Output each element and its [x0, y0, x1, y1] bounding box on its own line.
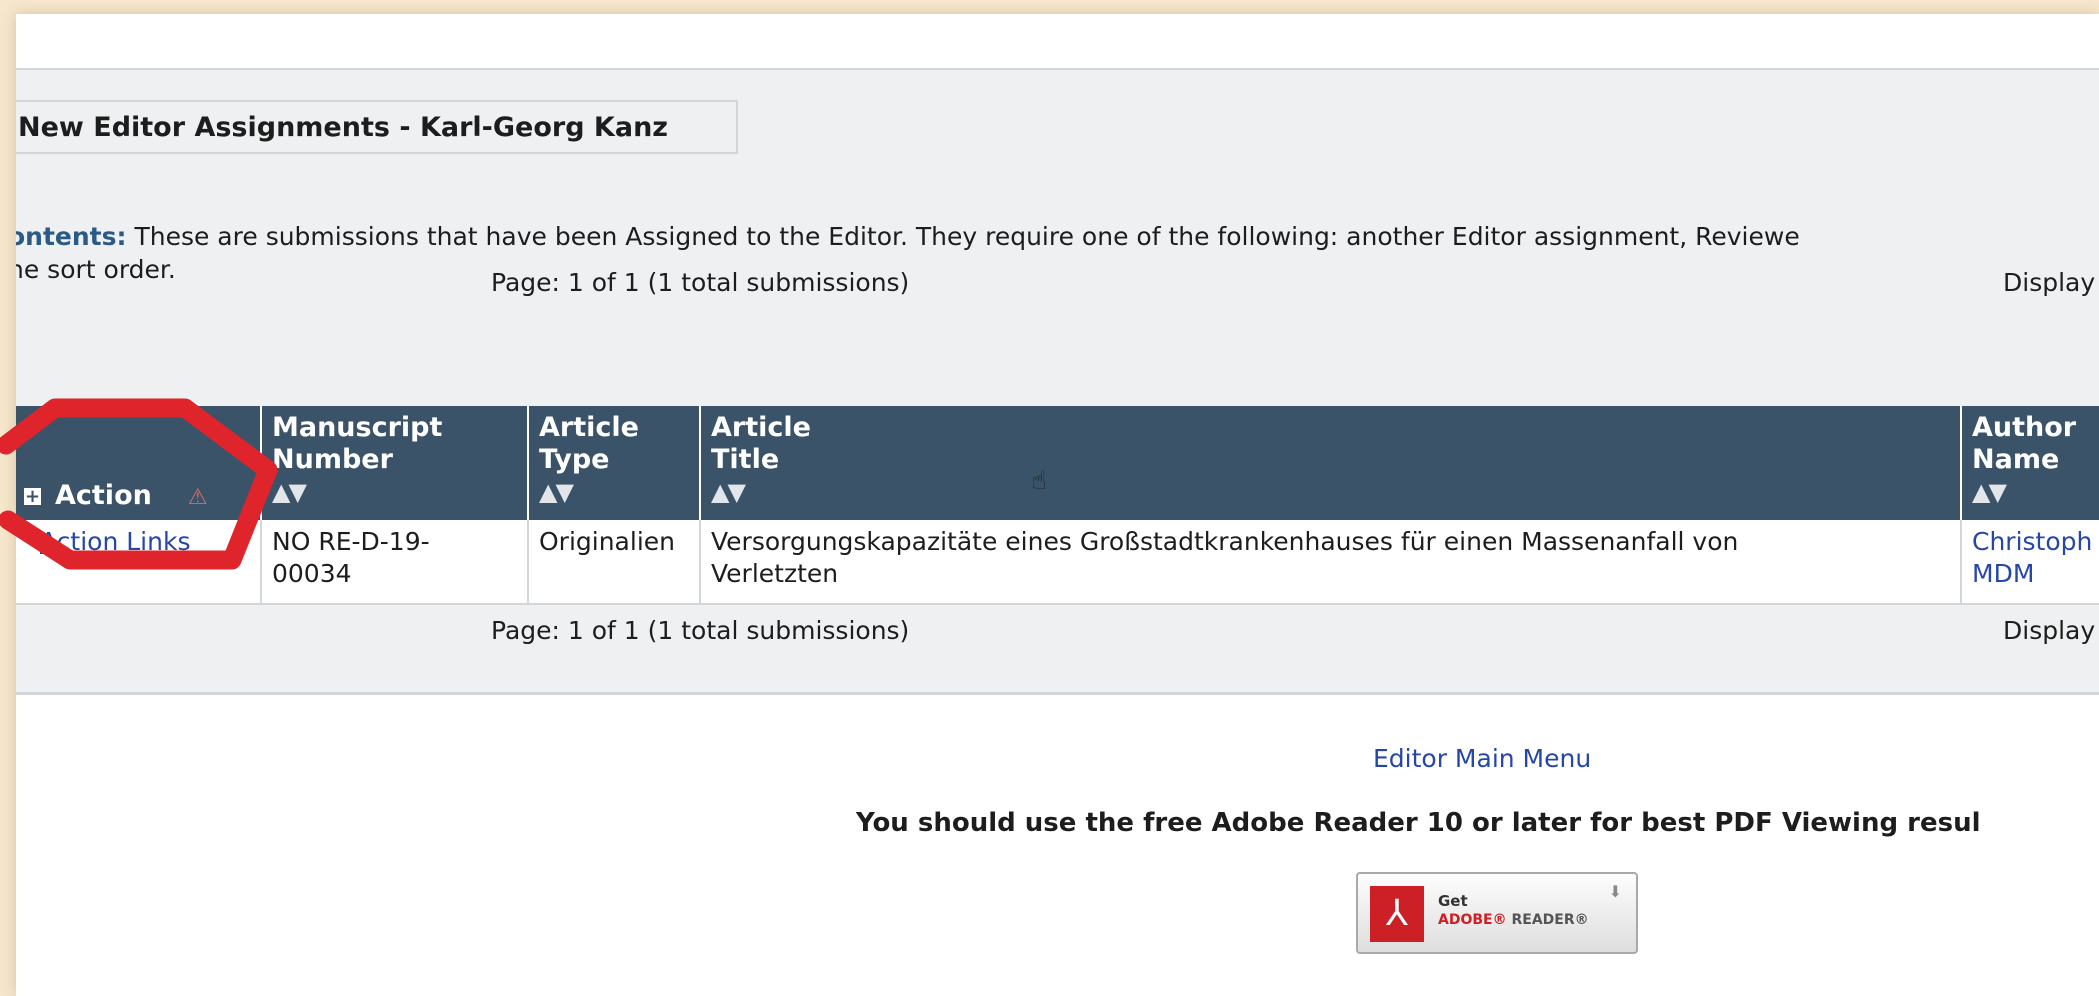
- article-type: Originalien: [539, 527, 675, 556]
- adobe-pdf-icon: ⅄: [1370, 886, 1424, 942]
- page: New Editor Assignments - Karl-Georg Kanz…: [16, 14, 2099, 996]
- sort-arrows-icon[interactable]: ▲▼: [272, 476, 517, 508]
- header-label: Type: [539, 444, 610, 475]
- pager-top: Page: 1 of 1 (1 total submissions): [491, 268, 910, 297]
- editor-main-menu-link[interactable]: Editor Main Menu: [1373, 744, 1591, 773]
- header-label: Number: [272, 444, 393, 475]
- pager-bottom: Page: 1 of 1 (1 total submissions): [491, 616, 910, 645]
- header-action[interactable]: + Action ⚠: [16, 406, 262, 520]
- panel-legend: New Editor Assignments - Karl-Georg Kanz: [16, 100, 738, 154]
- warning-icon: ⚠: [187, 485, 208, 510]
- article-title: Versorgungskapazitäte eines Großstadtkra…: [711, 527, 1739, 556]
- manuscript-number: NO RE-D-19-: [272, 527, 430, 556]
- manuscript-number-cont: 00034: [272, 559, 352, 588]
- get-adobe-reader-button[interactable]: ⅄ Get ADOBE® READER® ⬇: [1356, 872, 1638, 954]
- assignments-panel: New Editor Assignments - Karl-Georg Kanz…: [16, 68, 2099, 695]
- cell-action: Action Links: [16, 520, 262, 605]
- header-label: Author: [1972, 412, 2077, 443]
- action-links-link[interactable]: Action Links: [40, 527, 190, 556]
- contents-description: ontents: These are submissions that have…: [16, 220, 2099, 286]
- sort-arrows-icon[interactable]: ▲▼: [1972, 476, 2099, 508]
- sort-arrows-icon[interactable]: ▲▼: [539, 476, 689, 508]
- header-label: Title: [711, 444, 780, 475]
- table-header-row: + Action ⚠ Manuscript Number ▲▼ Article Ty…: [16, 406, 2099, 520]
- table-row: Action Links NO RE-D-19- 00034 Originali…: [16, 520, 2099, 605]
- reader-badge-get: Get: [1438, 892, 1468, 910]
- sort-arrows-icon[interactable]: ▲▼: [711, 476, 1950, 508]
- header-label: Manuscript: [272, 412, 443, 443]
- reader-badge-adobe: ADOBE®: [1438, 912, 1507, 928]
- display-control-bottom[interactable]: Display: [2003, 616, 2095, 645]
- contents-text-continued: ne sort order.: [16, 255, 176, 284]
- hand-cursor-icon: ☝: [1031, 466, 1047, 496]
- header-manuscript-number[interactable]: Manuscript Number ▲▼: [261, 406, 529, 520]
- cell-author-name: Christoph MDM: [1961, 520, 2099, 605]
- cell-article-type: Originalien: [528, 520, 701, 605]
- author-degree-link[interactable]: MDM: [1972, 559, 2034, 588]
- reader-badge-brand: ADOBE® READER®: [1438, 912, 1589, 928]
- cell-article-title: Versorgungskapazitäte eines Großstadtkra…: [700, 520, 1962, 605]
- header-label: Article: [711, 412, 811, 443]
- header-label: Name: [1972, 444, 2060, 475]
- submissions-table: + Action ⚠ Manuscript Number ▲▼ Article Ty…: [16, 406, 2099, 605]
- header-article-type[interactable]: Article Type ▲▼: [528, 406, 701, 520]
- contents-label: ontents:: [16, 222, 127, 251]
- author-link[interactable]: Christoph: [1972, 527, 2092, 556]
- header-article-title[interactable]: Article Title ▲▼: [700, 406, 1962, 520]
- article-title-cont: Verletzten: [711, 559, 839, 588]
- header-label: Article: [539, 412, 639, 443]
- download-arrow-icon: ⬇: [1608, 882, 1622, 901]
- editor-main-menu-container: Editor Main Menu: [1373, 744, 1591, 773]
- header-author-name[interactable]: Author Name ▲▼: [1961, 406, 2099, 520]
- reader-badge-product: READER®: [1511, 912, 1589, 928]
- cell-manuscript-number: NO RE-D-19- 00034: [261, 520, 529, 605]
- contents-text: These are submissions that have been Ass…: [126, 222, 1800, 251]
- header-action-label: Action: [55, 480, 152, 511]
- adobe-reader-advice: You should use the free Adobe Reader 10 …: [856, 808, 1981, 838]
- expand-icon[interactable]: +: [24, 488, 41, 506]
- display-control-top[interactable]: Display: [2003, 268, 2095, 297]
